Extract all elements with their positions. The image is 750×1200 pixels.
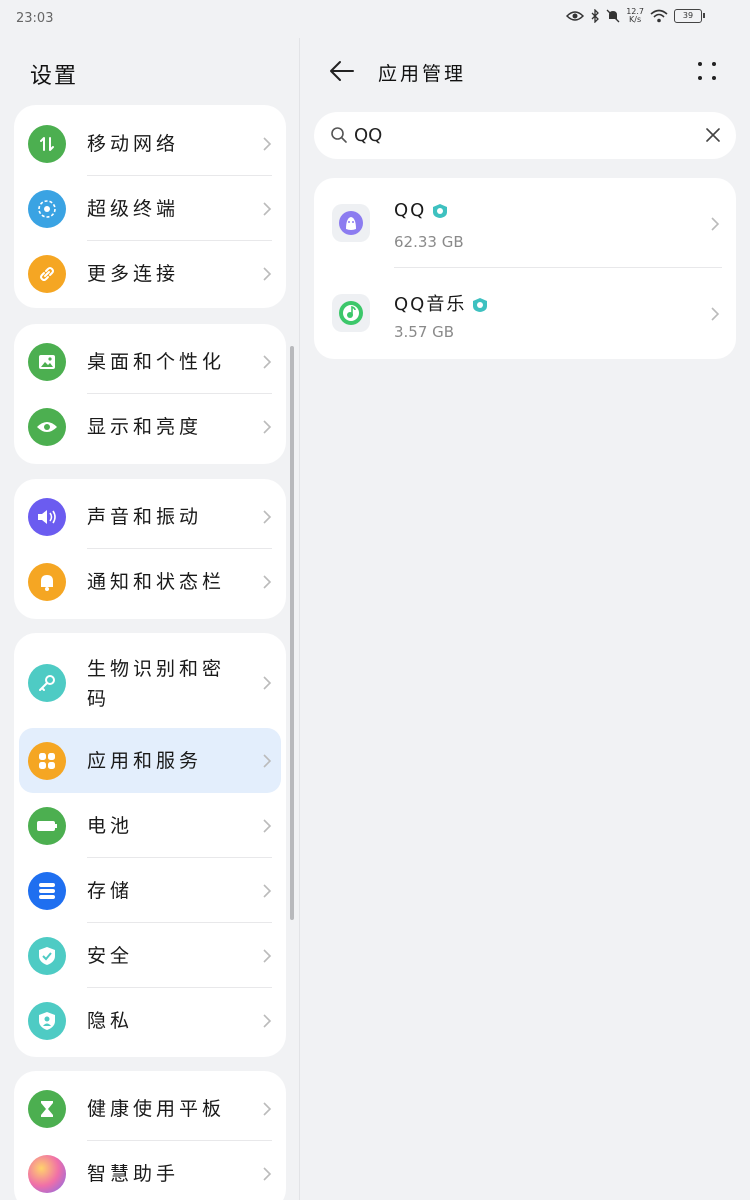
sidebar-item-label: 超级终端 [87,197,180,220]
chevron-right-icon [711,307,720,321]
sidebar-item-healthy-tablet-use[interactable]: 健康使用平板 [14,1076,286,1141]
battery-indicator: 39 [674,9,705,23]
network-speed: 12.7 K/s [626,7,644,24]
app-name: QQ音乐 [394,290,488,316]
super-device-icon [28,189,66,228]
chevron-right-icon [263,201,272,216]
settings-group-system: 生物识别和密码 应用和服务 电池 存储 安全 隐私 [14,633,286,1057]
settings-title: 设置 [30,64,79,89]
chevron-right-icon [263,419,272,434]
sidebar-item-label: 生物识别和密码 [87,658,226,710]
sidebar-item-label: 健康使用平板 [87,1097,226,1120]
settings-group-wellbeing: 健康使用平板 智慧助手 [14,1071,286,1200]
app-list-item-qq[interactable]: QQ 62.33 GB [314,178,736,268]
verified-badge-icon [473,298,488,312]
chevron-right-icon [263,266,272,281]
sidebar-item-label: 通知和状态栏 [87,570,226,593]
chevron-right-icon [263,948,272,963]
assistant-icon [28,1154,66,1193]
privacy-icon [28,1001,66,1040]
app-list-item-qq-music[interactable]: QQ音乐 3.57 GB [314,268,736,358]
chevron-right-icon [263,883,272,898]
sidebar-item-label: 更多连接 [87,262,180,285]
sidebar-item-storage[interactable]: 存储 [14,858,286,923]
app-management-pane: 应用管理 QQ 62.33 GB QQ音乐 3.57 GB [300,38,750,1200]
chevron-right-icon [263,509,272,524]
page-title: 应用管理 [378,63,467,85]
more-options-icon[interactable] [696,60,718,82]
sidebar-item-privacy[interactable]: 隐私 [14,988,286,1053]
apps-icon [28,741,66,780]
qq-icon [332,204,370,242]
sidebar-item-mobile-network[interactable]: 移动网络 [14,111,286,176]
chevron-right-icon [263,354,272,369]
chevron-right-icon [263,574,272,589]
verified-badge-icon [433,204,448,218]
sidebar-item-label: 存储 [87,879,134,902]
sidebar-item-label: 移动网络 [87,132,180,155]
status-bar: 23:03 12.7 K/s 39 [0,0,750,38]
bluetooth-icon [591,9,600,23]
chevron-right-icon [263,676,272,690]
battery-icon [28,806,66,845]
bell-icon [28,562,66,601]
settings-sidebar: 设置 移动网络 超级终端 更多连接 桌面和个性化 显示和亮度 声音和振动 通知和… [0,38,299,1200]
sidebar-item-notifications-status-bar[interactable]: 通知和状态栏 [14,549,286,614]
search-icon [331,127,347,143]
sidebar-item-display-brightness[interactable]: 显示和亮度 [14,394,286,459]
sidebar-item-label: 桌面和个性化 [87,350,226,373]
chevron-right-icon [263,753,272,768]
mute-bell-icon [606,9,620,23]
sidebar-item-label: 安全 [87,944,134,967]
search-results-list: QQ 62.33 GB QQ音乐 3.57 GB [314,178,736,359]
storage-icon [28,871,66,910]
sidebar-item-label: 显示和亮度 [87,415,203,438]
sidebar-item-label: 电池 [87,814,134,837]
sidebar-item-apps-services[interactable]: 应用和服务 [19,728,281,793]
app-name: QQ [394,200,448,221]
chevron-right-icon [263,1013,272,1028]
sidebar-item-security[interactable]: 安全 [14,923,286,988]
sidebar-item-label: 声音和振动 [87,505,203,528]
key-icon [28,664,66,702]
sidebar-item-desktop-personalization[interactable]: 桌面和个性化 [14,329,286,394]
wallpaper-icon [28,342,66,381]
app-size: 3.57 GB [394,323,455,341]
sidebar-item-super-device[interactable]: 超级终端 [14,176,286,241]
clear-search-icon[interactable] [706,128,720,142]
sidebar-item-biometrics-password[interactable]: 生物识别和密码 [14,638,286,728]
chevron-right-icon [263,818,272,833]
sidebar-item-label: 应用和服务 [87,749,203,772]
settings-group-connectivity: 移动网络 超级终端 更多连接 [14,105,286,308]
shield-icon [28,936,66,975]
chevron-right-icon [263,1101,272,1116]
sidebar-item-label: 隐私 [87,1009,134,1032]
eye-icon [28,407,66,446]
status-time: 23:03 [16,11,54,26]
sidebar-item-label: 智慧助手 [87,1162,180,1185]
settings-group-sound: 声音和振动 通知和状态栏 [14,479,286,619]
sidebar-scrollbar[interactable] [290,346,294,920]
eye-comfort-icon [566,11,585,21]
sidebar-item-battery[interactable]: 电池 [14,793,286,858]
qq-music-icon [332,294,370,332]
status-icons: 12.7 K/s 39 [566,7,705,24]
chevron-right-icon [263,136,272,151]
app-size: 62.33 GB [394,233,464,251]
sidebar-item-more-connections[interactable]: 更多连接 [14,241,286,306]
sidebar-item-sound-vibration[interactable]: 声音和振动 [14,484,286,549]
chevron-right-icon [711,217,720,231]
back-arrow-icon[interactable] [328,57,356,85]
wifi-icon [650,9,668,23]
mobile-network-icon [28,124,66,163]
chevron-right-icon [263,1166,272,1181]
hourglass-icon [28,1089,66,1128]
link-icon [28,254,66,293]
speaker-icon [28,497,66,536]
app-search-bar[interactable] [314,112,736,159]
search-input[interactable] [354,120,694,150]
settings-group-display: 桌面和个性化 显示和亮度 [14,324,286,464]
sidebar-item-smart-assistant[interactable]: 智慧助手 [14,1141,286,1200]
